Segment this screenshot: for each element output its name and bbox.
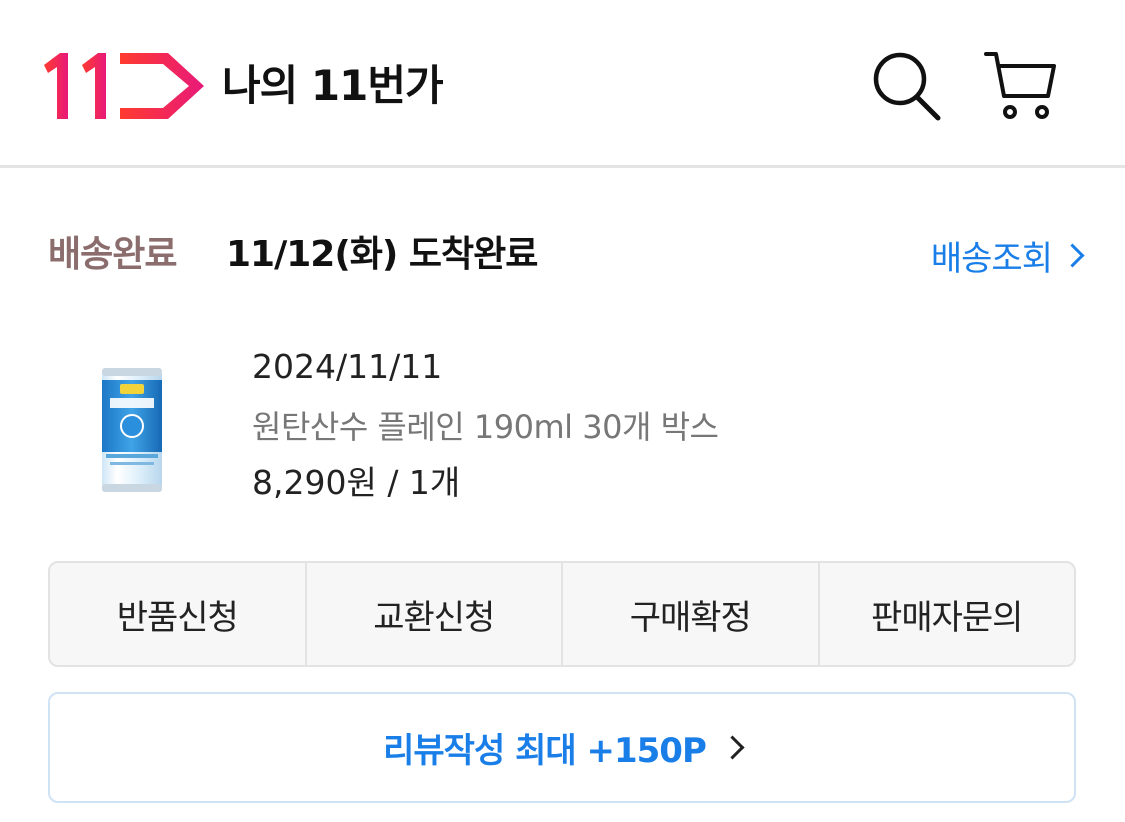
order-item[interactable]: 2024/11/11 원탄산수 플레인 190ml 30개 박스 8,290원 … xyxy=(0,330,1125,530)
search-button[interactable] xyxy=(868,46,944,122)
product-price-quantity: 8,290원 / 1개 xyxy=(252,463,461,502)
11st-logo[interactable] xyxy=(40,45,208,123)
product-name[interactable]: 원탄산수 플레인 190ml 30개 박스 xyxy=(252,402,719,452)
order-actions: 반품신청 교환신청 구매확정 판매자문의 xyxy=(48,561,1076,667)
seller-inquiry-button[interactable]: 판매자문의 xyxy=(820,563,1075,665)
app-header: 나의 11번가 xyxy=(0,0,1125,168)
soda-can-thumbnail xyxy=(102,368,162,492)
exchange-request-button[interactable]: 교환신청 xyxy=(307,563,563,665)
cart-icon xyxy=(984,52,1056,119)
write-review-button[interactable]: 리뷰작성 최대 +150P xyxy=(48,692,1076,803)
return-request-button[interactable]: 반품신청 xyxy=(50,563,307,665)
cart-button[interactable] xyxy=(982,46,1058,122)
chevron-right-icon xyxy=(1060,242,1085,268)
delivery-status-label: 배송완료 xyxy=(48,234,177,275)
chevron-right-icon xyxy=(720,735,745,760)
order-date: 2024/11/11 xyxy=(252,347,443,386)
track-delivery-link[interactable]: 배송조회 xyxy=(931,225,1085,285)
page-title: 나의 11번가 xyxy=(222,61,444,110)
track-delivery-label: 배송조회 xyxy=(930,238,1053,279)
delivery-status-detail: 11/12(화) 도착완료 xyxy=(226,234,538,275)
search-icon xyxy=(873,52,941,121)
delivery-status-row: 배송완료 11/12(화) 도착완료 배송조회 xyxy=(0,225,1125,285)
confirm-purchase-button[interactable]: 구매확정 xyxy=(563,563,820,665)
write-review-label: 리뷰작성 최대 +150P xyxy=(383,731,707,771)
